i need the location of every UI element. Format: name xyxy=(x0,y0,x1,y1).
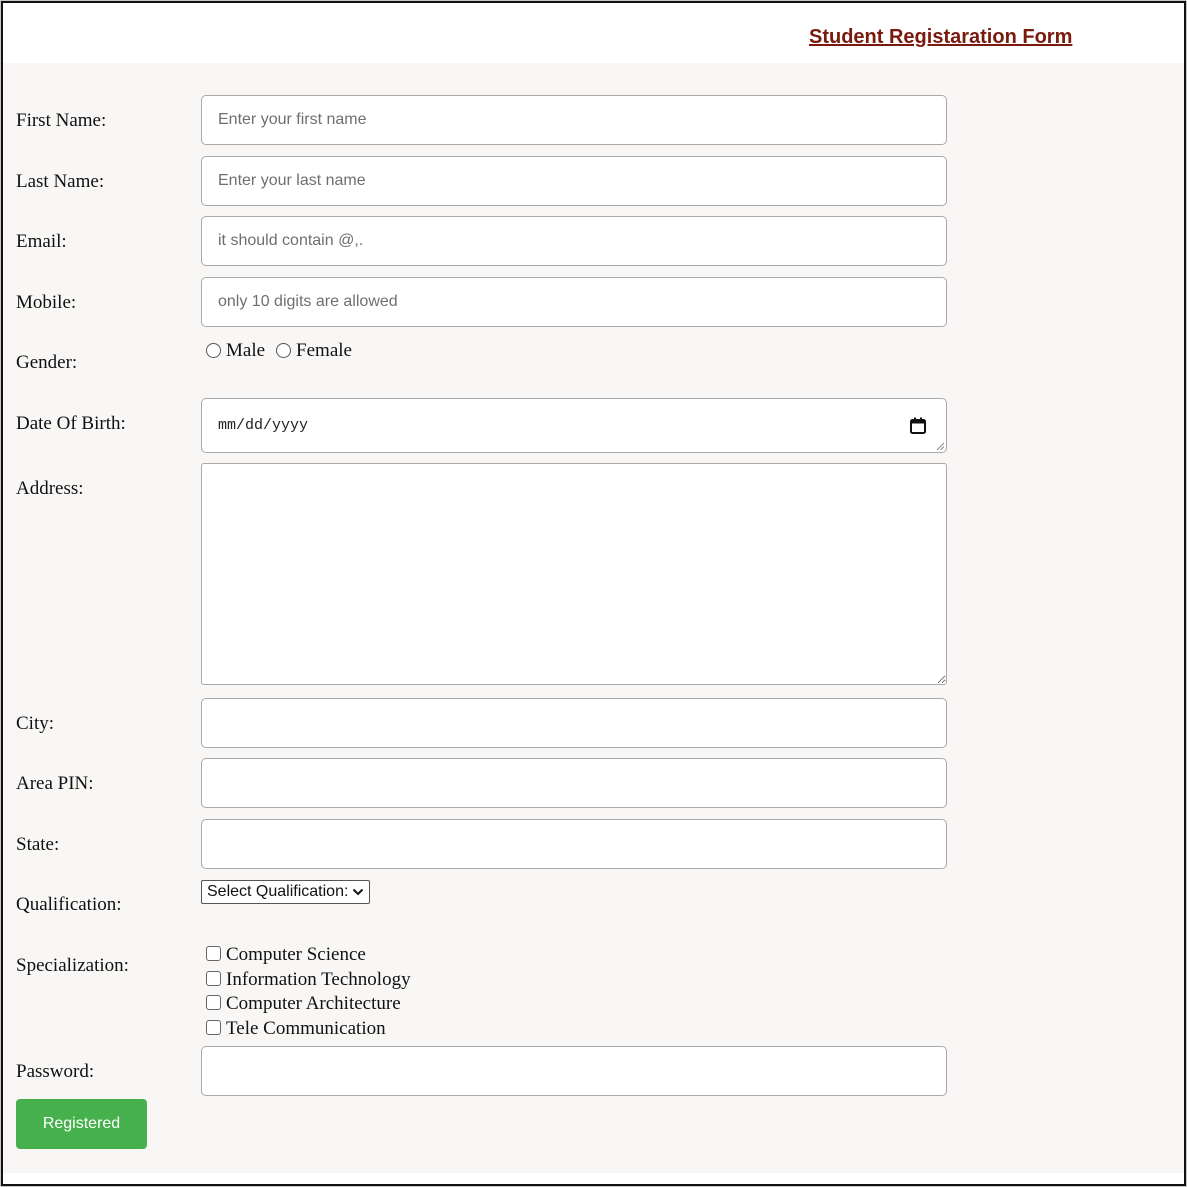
last-name-input[interactable] xyxy=(201,156,947,206)
computer-science-checkbox[interactable] xyxy=(206,946,221,962)
dob-input[interactable]: mm/dd/yyyy xyxy=(201,398,947,453)
specialization-label: Specialization: xyxy=(16,955,129,976)
computer-science-label: Computer Science xyxy=(226,944,366,966)
register-button[interactable]: Registered xyxy=(16,1099,147,1149)
page-frame: Student Registaration Form First Name: L… xyxy=(1,1,1186,1186)
resize-grip-icon[interactable] xyxy=(935,441,945,451)
specialization-checkbox-group: Computer Science Information Technology … xyxy=(206,943,411,1041)
email-label: Email: xyxy=(16,231,67,252)
female-label: Female xyxy=(296,340,352,361)
email-input[interactable] xyxy=(201,216,947,266)
specialization-option[interactable]: Information Technology xyxy=(206,968,411,993)
area-pin-input[interactable] xyxy=(201,758,947,808)
mobile-label: Mobile: xyxy=(16,292,77,313)
qualification-select[interactable]: Select Qualification: xyxy=(201,880,371,904)
dob-placeholder: mm/dd/yyyy xyxy=(218,417,309,434)
registration-form: First Name: Last Name: Email: Mobile: Ge… xyxy=(3,63,1184,1173)
state-label: State: xyxy=(16,834,60,855)
password-input[interactable] xyxy=(201,1046,947,1096)
specialization-option[interactable]: Computer Science xyxy=(206,943,411,968)
female-radio[interactable] xyxy=(276,342,292,358)
male-radio[interactable] xyxy=(206,342,221,358)
qualification-selected: Select Qualification: xyxy=(207,883,349,900)
computer-architecture-checkbox[interactable] xyxy=(206,995,221,1011)
qualification-label: Qualification: xyxy=(16,894,122,915)
dob-label: Date Of Birth: xyxy=(16,413,126,434)
first-name-label: First Name: xyxy=(16,110,107,131)
gender-label: Gender: xyxy=(16,352,78,373)
gender-radio-group: Male Female xyxy=(206,340,363,362)
tele-communication-checkbox[interactable] xyxy=(206,1019,221,1035)
mobile-input[interactable] xyxy=(201,277,947,327)
address-textarea[interactable] xyxy=(201,463,947,685)
computer-architecture-label: Computer Architecture xyxy=(226,993,401,1015)
tele-communication-label: Tele Communication xyxy=(226,1017,386,1039)
male-label: Male xyxy=(226,340,266,361)
specialization-option[interactable]: Tele Communication xyxy=(206,1017,411,1042)
gender-option-male[interactable]: Male xyxy=(206,340,265,362)
information-technology-label: Information Technology xyxy=(226,968,411,990)
last-name-label: Last Name: xyxy=(16,171,105,192)
city-label: City: xyxy=(16,713,55,734)
password-label: Password: xyxy=(16,1061,95,1082)
first-name-input[interactable] xyxy=(201,95,947,145)
address-label: Address: xyxy=(16,478,84,499)
header: Student Registaration Form xyxy=(3,3,1184,63)
pin-label: Area PIN: xyxy=(16,773,94,794)
chevron-down-icon xyxy=(353,888,364,896)
gender-option-female[interactable]: Female xyxy=(276,340,352,362)
city-input[interactable] xyxy=(201,698,947,748)
specialization-option[interactable]: Computer Architecture xyxy=(206,992,411,1017)
calendar-icon[interactable] xyxy=(910,417,926,434)
state-input[interactable] xyxy=(201,819,947,869)
page-title[interactable]: Student Registaration Form xyxy=(809,26,1072,49)
information-technology-checkbox[interactable] xyxy=(206,970,221,986)
